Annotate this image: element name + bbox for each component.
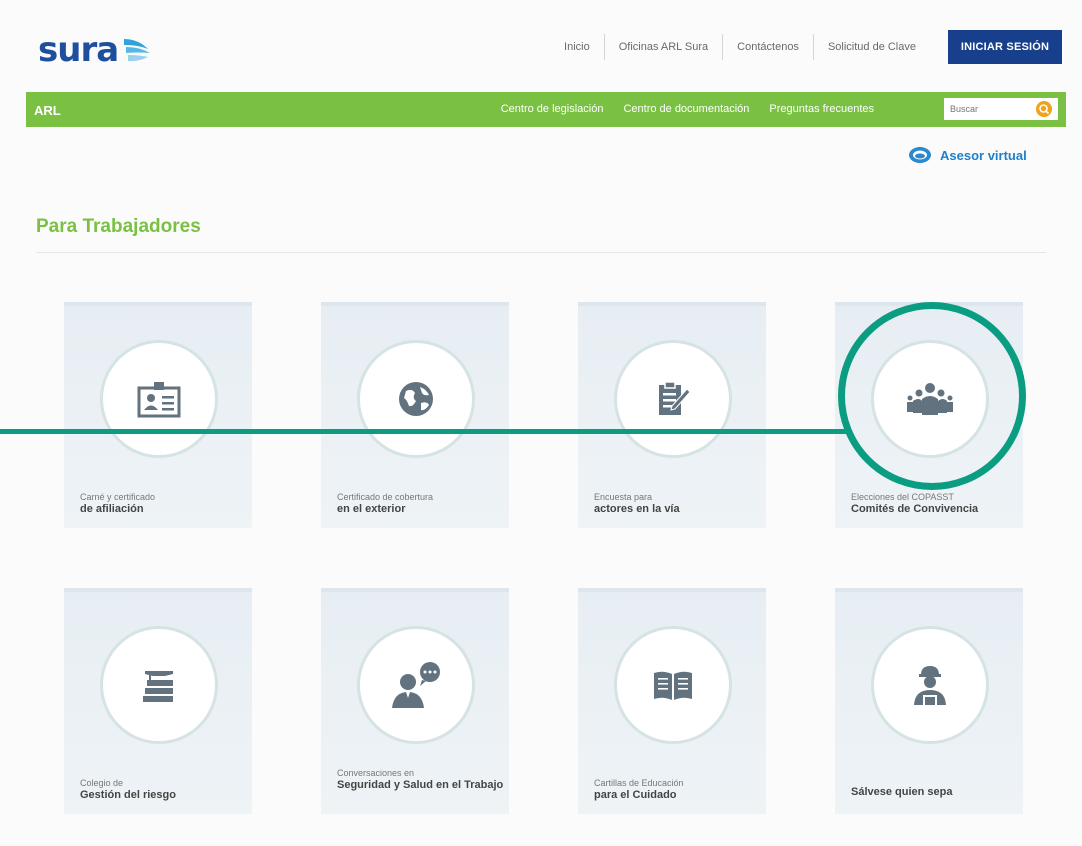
- card-circle: [357, 340, 475, 458]
- nav-solicitud-clave[interactable]: Solicitud de Clave: [814, 34, 930, 60]
- card-title: Seguridad y Salud en el Trabajo: [337, 779, 504, 791]
- card-circle: [100, 626, 218, 744]
- card-circle: [614, 626, 732, 744]
- books-icon: [143, 671, 173, 702]
- chat-icon: [909, 147, 931, 163]
- search-box: [944, 98, 1058, 120]
- card-circle: [871, 626, 989, 744]
- globe-icon: [399, 382, 433, 416]
- card-subtitle: Encuesta para: [594, 492, 653, 502]
- green-navbar: ARL Centro de legislación Centro de docu…: [26, 92, 1066, 127]
- card-circle: [357, 626, 475, 744]
- card-subtitle: Certificado de cobertura: [337, 492, 434, 502]
- card-carne-afiliacion[interactable]: Carné y certificado de afiliación: [64, 302, 252, 528]
- card-encuesta-via[interactable]: Encuesta para actores en la vía: [578, 302, 766, 528]
- nav-oficinas[interactable]: Oficinas ARL Sura: [605, 34, 724, 60]
- card-title: para el Cuidado: [594, 789, 677, 801]
- id-card-icon: [137, 382, 181, 418]
- nav-contactenos[interactable]: Contáctenos: [723, 34, 814, 60]
- login-button[interactable]: INICIAR SESIÓN: [948, 30, 1062, 64]
- card-salvese-quien-sepa[interactable]: Sálvese quien sepa: [835, 588, 1023, 814]
- nav-inicio[interactable]: Inicio: [550, 34, 605, 60]
- card-subtitle: Conversaciones en: [337, 768, 415, 778]
- top-navigation: Inicio Oficinas ARL Sura Contáctenos Sol…: [550, 34, 930, 60]
- chat-person-icon: [392, 662, 440, 708]
- card-circle: [614, 340, 732, 458]
- card-colegio-gestion[interactable]: Colegio de Gestión del riesgo: [64, 588, 252, 814]
- secondary-navigation: Centro de legislación Centro de document…: [501, 103, 874, 115]
- asesor-label: Asesor virtual: [940, 147, 1027, 163]
- section-brand: ARL: [34, 103, 61, 118]
- card-certificado-exterior[interactable]: Certificado de cobertura en el exterior: [321, 302, 509, 528]
- worker-icon: [914, 666, 946, 705]
- link-preguntas[interactable]: Preguntas frecuentes: [769, 103, 874, 115]
- annotation-circle: [838, 302, 1026, 490]
- card-cartillas-educacion[interactable]: Cartillas de Educación para el Cuidado: [578, 588, 766, 814]
- card-title: de afiliación: [80, 503, 144, 515]
- card-conversaciones-sst[interactable]: Conversaciones en Seguridad y Salud en e…: [321, 588, 509, 814]
- card-title: Sálvese quien sepa: [851, 786, 953, 798]
- card-circle: [100, 340, 218, 458]
- link-legislacion[interactable]: Centro de legislación: [501, 103, 604, 115]
- annotation-line: [0, 429, 846, 434]
- sura-logo[interactable]: sura: [38, 30, 154, 70]
- logo-text: sura: [38, 30, 119, 70]
- search-input[interactable]: [944, 98, 1036, 120]
- card-subtitle: Elecciones del COPASST: [851, 492, 954, 502]
- card-title: en el exterior: [337, 503, 406, 515]
- card-subtitle: Colegio de: [80, 778, 124, 788]
- card-title: Gestión del riesgo: [80, 789, 176, 801]
- card-subtitle: Cartillas de Educación: [594, 778, 684, 788]
- search-icon[interactable]: [1036, 101, 1052, 117]
- page: sura Inicio Oficinas ARL Sura Contácteno…: [0, 0, 1082, 846]
- clipboard-icon: [659, 381, 691, 415]
- link-documentacion[interactable]: Centro de documentación: [623, 103, 749, 115]
- page-title: Para Trabajadores: [36, 216, 201, 237]
- open-book-icon: [654, 671, 692, 700]
- card-subtitle: Carné y certificado: [80, 492, 156, 502]
- card-title: Comités de Convivencia: [851, 503, 979, 515]
- card-title: actores en la vía: [594, 503, 680, 515]
- wing-icon: [124, 39, 151, 62]
- divider: [36, 252, 1046, 253]
- asesor-virtual-link[interactable]: Asesor virtual: [908, 146, 1027, 164]
